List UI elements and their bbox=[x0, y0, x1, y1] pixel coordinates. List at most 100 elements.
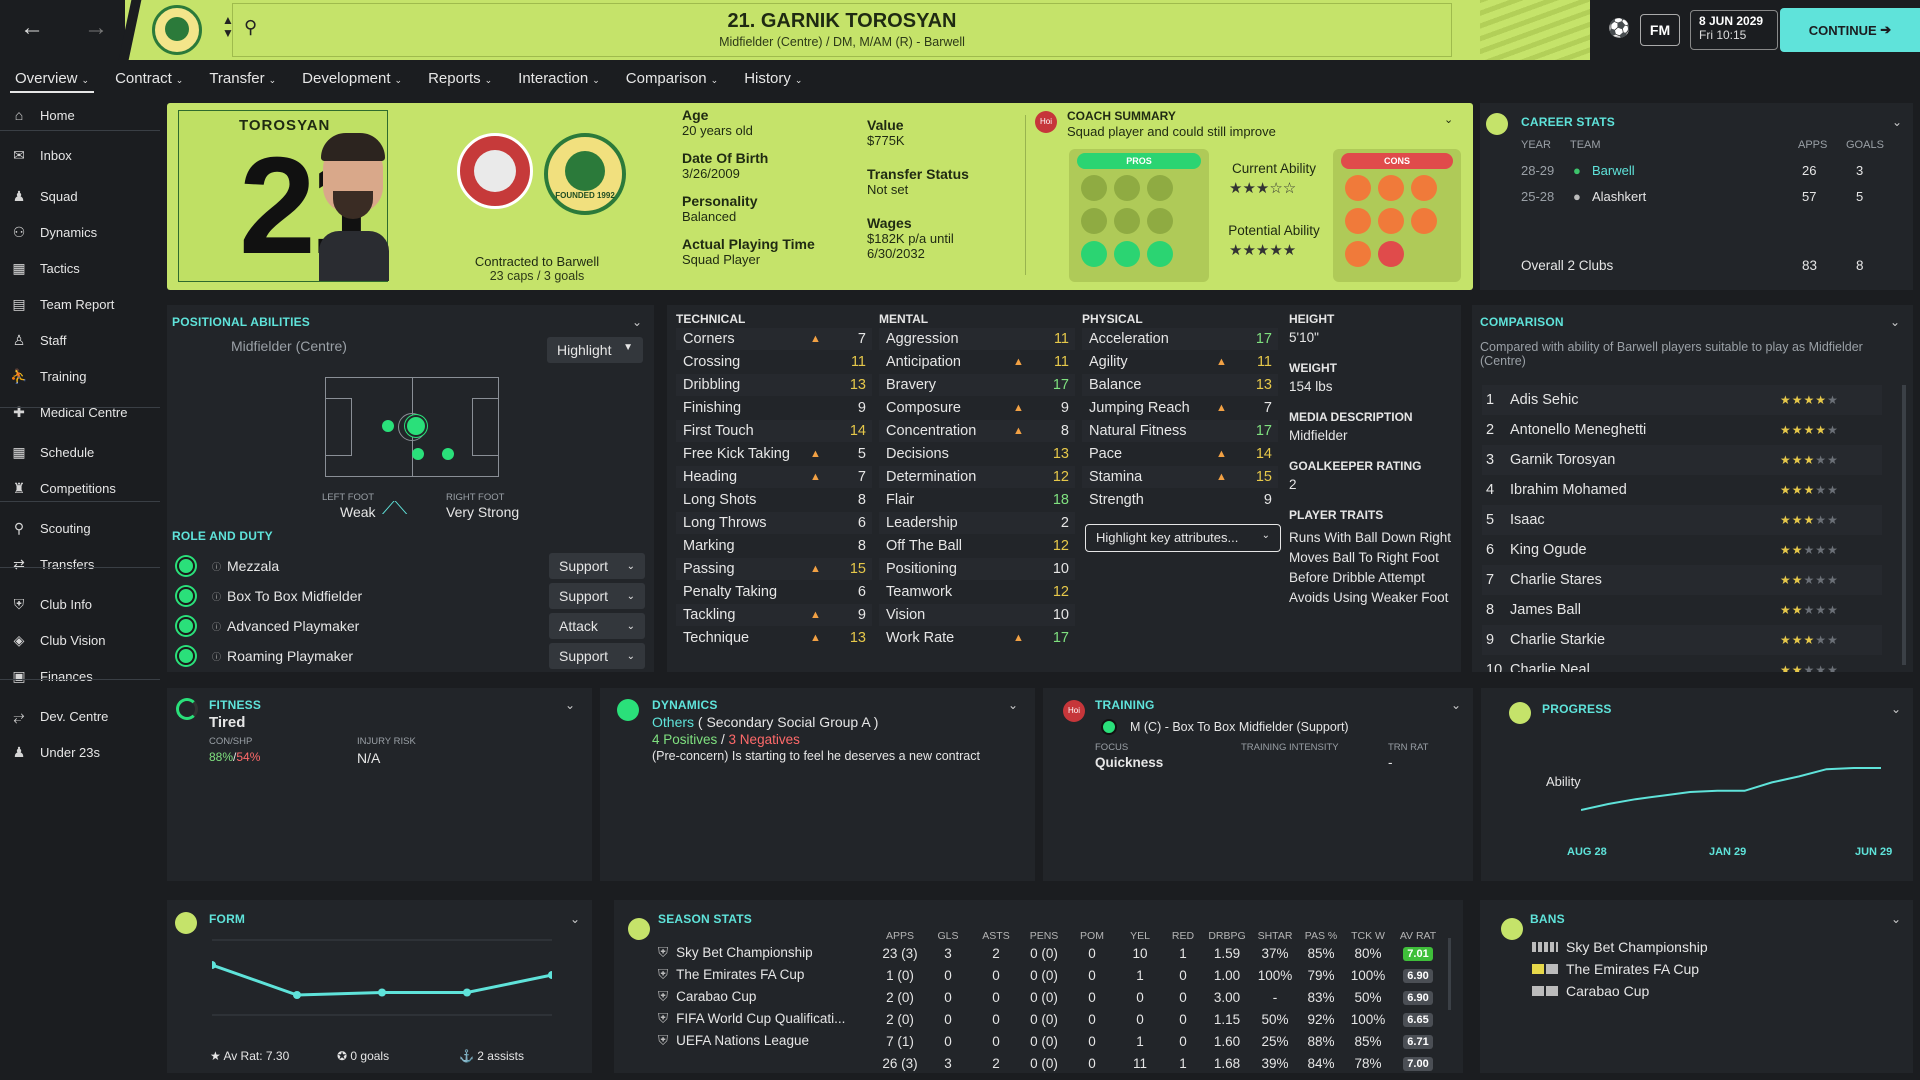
attribute-row[interactable]: Marking 8 bbox=[676, 535, 872, 557]
duty-dropdown[interactable]: Attack ⌄ bbox=[549, 613, 645, 639]
attribute-row[interactable]: Balance 13 bbox=[1082, 374, 1278, 396]
role-row[interactable]: ⓘ Box To Box Midfielder Support ⌄ bbox=[177, 581, 645, 611]
sidebar-item-under-23s[interactable]: ♟ Under 23s bbox=[0, 735, 160, 769]
attribute-row[interactable]: Anticipation 11 ▲ bbox=[879, 351, 1075, 373]
tab-contract[interactable]: Contract ⌄ bbox=[115, 70, 183, 87]
nation-badge[interactable] bbox=[457, 133, 533, 209]
attribute-row[interactable]: Stamina 15 ▲ bbox=[1082, 466, 1278, 488]
career-stats-title[interactable]: CAREER STATS bbox=[1521, 115, 1615, 129]
season-stats-row[interactable]: ⛨ Carabao Cup 2 (0) 0 0 0 (0) 0 0 0 3.00 - 83% 50% 6.… bbox=[658, 986, 1444, 1008]
attribute-row[interactable]: Leadership 2 bbox=[879, 512, 1075, 534]
sidebar-item-training[interactable]: ⛹ Training bbox=[0, 359, 160, 393]
comparison-row[interactable]: 8 James Ball ★★★★★ bbox=[1482, 595, 1882, 625]
attribute-row[interactable]: Technique 13 ▲ bbox=[676, 627, 872, 649]
role-row[interactable]: ⓘ Mezzala Support ⌄ bbox=[177, 551, 645, 581]
attribute-row[interactable]: Long Shots 8 bbox=[676, 489, 872, 511]
tab-reports[interactable]: Reports ⌄ bbox=[428, 70, 492, 87]
comparison-row[interactable]: 7 Charlie Stares ★★★★★ bbox=[1482, 565, 1882, 595]
attribute-row[interactable]: Passing 15 ▲ bbox=[676, 558, 872, 580]
form-point[interactable] bbox=[212, 961, 216, 969]
attribute-row[interactable]: First Touch 14 bbox=[676, 420, 872, 442]
sidebar-item-inbox[interactable]: ✉ Inbox bbox=[0, 138, 160, 172]
chevron-down-icon[interactable]: ⌄ bbox=[1451, 698, 1461, 712]
form-point[interactable] bbox=[548, 971, 552, 979]
role-row[interactable]: ⓘ Roaming Playmaker Support ⌄ bbox=[177, 641, 645, 671]
continue-button[interactable]: CONTINUE ➔ bbox=[1780, 8, 1920, 52]
chevron-down-icon[interactable]: ⌄ bbox=[1892, 115, 1902, 129]
forward-arrow-icon[interactable]: → bbox=[84, 14, 108, 42]
pro-run-icon[interactable] bbox=[1114, 208, 1140, 234]
progress-title[interactable]: PROGRESS bbox=[1542, 702, 1612, 716]
chevron-down-icon[interactable]: ⌄ bbox=[1891, 912, 1901, 926]
sidebar-item-dev-centre[interactable]: ⥂ Dev. Centre bbox=[0, 699, 160, 733]
con-jump-icon[interactable] bbox=[1411, 208, 1437, 234]
con-tackle-icon[interactable] bbox=[1411, 175, 1437, 201]
sidebar-item-competitions[interactable]: ♜ Competitions bbox=[0, 471, 160, 505]
stat-col-header[interactable]: PENS bbox=[1020, 916, 1068, 942]
chevron-down-icon[interactable]: ⌄ bbox=[1444, 113, 1453, 126]
attribute-row[interactable]: Jumping Reach 7 ▲ bbox=[1082, 397, 1278, 419]
comparison-row[interactable]: 1 Adis Sehic ★★★★★ bbox=[1482, 385, 1882, 415]
attribute-row[interactable]: Strength 9 bbox=[1082, 489, 1278, 511]
attribute-row[interactable]: Long Throws 6 bbox=[676, 512, 872, 534]
chevron-down-icon[interactable]: ⌄ bbox=[632, 315, 642, 329]
con-header-icon[interactable] bbox=[1345, 208, 1371, 234]
role-row[interactable]: ⓘ Advanced Playmaker Attack ⌄ bbox=[177, 611, 645, 641]
duty-dropdown[interactable]: Support ⌄ bbox=[549, 643, 645, 669]
stat-col-header[interactable]: SHTAR bbox=[1252, 916, 1298, 942]
comparison-row[interactable]: 10 Charlie Neal ★★★★★ bbox=[1482, 655, 1882, 672]
attribute-row[interactable]: Heading 7 ▲ bbox=[676, 466, 872, 488]
attribute-row[interactable]: Finishing 9 bbox=[676, 397, 872, 419]
season-stats-row[interactable]: ⛨ Sky Bet Championship 23 (3) 3 2 0 (0) 0 10 1 1.… bbox=[658, 942, 1444, 964]
attribute-row[interactable]: Teamwork 12 bbox=[879, 581, 1075, 603]
coach-summary-title[interactable]: COACH SUMMARY bbox=[1067, 109, 1176, 123]
pro-flag-icon[interactable] bbox=[1147, 241, 1173, 267]
tab-development[interactable]: Development ⌄ bbox=[302, 70, 402, 87]
sidebar-item-squad[interactable]: ♟ Squad bbox=[0, 179, 160, 213]
attribute-row[interactable]: Penalty Taking 6 bbox=[676, 581, 872, 603]
career-team[interactable]: Alashkert bbox=[1592, 189, 1692, 204]
sidebar-item-club-vision[interactable]: ◈ Club Vision bbox=[0, 623, 160, 657]
duty-dropdown[interactable]: Support ⌄ bbox=[549, 583, 645, 609]
season-stats-row[interactable]: 26 (3) 3 2 0 (0) 0 11 1 1.68 39% 84% 78% 7.00 bbox=[658, 1052, 1444, 1074]
highlight-dropdown[interactable]: Highlight ▼ bbox=[547, 337, 643, 363]
training-role[interactable]: M (C) - Box To Box Midfielder (Support) bbox=[1130, 720, 1349, 734]
season-stats-row[interactable]: ⛨ The Emirates FA Cup 1 (0) 0 0 0 (0) 0 1 0 1.00 1… bbox=[658, 964, 1444, 986]
form-point[interactable] bbox=[463, 988, 471, 997]
sidebar-item-club-info[interactable]: ⛨ Club Info bbox=[0, 587, 160, 621]
info-icon[interactable]: ⓘ bbox=[212, 650, 221, 663]
sidebar-item-home[interactable]: ⌂ Home bbox=[0, 98, 160, 132]
attribute-row[interactable]: Dribbling 13 bbox=[676, 374, 872, 396]
comparison-row[interactable]: 9 Charlie Starkie ★★★★★ bbox=[1482, 625, 1882, 655]
career-team-link[interactable]: Barwell bbox=[1592, 163, 1692, 178]
attribute-row[interactable]: Determination 12 bbox=[879, 466, 1075, 488]
attribute-row[interactable]: Concentration 8 ▲ bbox=[879, 420, 1075, 442]
comparison-row[interactable]: 2 Antonello Meneghetti ★★★★★ bbox=[1482, 415, 1882, 445]
stat-col-header[interactable]: ASTS bbox=[972, 916, 1020, 942]
attribute-row[interactable]: Positioning 10 bbox=[879, 558, 1075, 580]
stat-col-header[interactable]: DRBPG bbox=[1202, 916, 1252, 942]
season-stats-row[interactable]: ⛨ FIFA World Cup Qualificati... 2 (0) 0 0 0 (… bbox=[658, 1008, 1444, 1030]
comparison-row[interactable]: 3 Garnik Torosyan ★★★★★ bbox=[1482, 445, 1882, 475]
chevron-down-icon[interactable]: ⌄ bbox=[570, 912, 580, 926]
attribute-row[interactable]: Aggression 11 bbox=[879, 328, 1075, 350]
info-icon[interactable]: ⓘ bbox=[212, 560, 221, 573]
pro-pitch-icon[interactable] bbox=[1147, 208, 1173, 234]
form-title[interactable]: FORM bbox=[209, 912, 245, 926]
con-flask-icon[interactable] bbox=[1345, 241, 1371, 267]
stat-col-header[interactable]: TCK W bbox=[1344, 916, 1392, 942]
stat-col-header[interactable]: RED bbox=[1164, 916, 1202, 942]
chevron-down-icon[interactable]: ⌄ bbox=[565, 698, 575, 712]
duty-dropdown[interactable]: Support ⌄ bbox=[549, 553, 645, 579]
back-arrow-icon[interactable]: ← bbox=[20, 14, 44, 42]
positives[interactable]: 4 Positives bbox=[652, 732, 717, 747]
pro-mind-icon[interactable] bbox=[1147, 175, 1173, 201]
pro-dribble-icon[interactable] bbox=[1081, 208, 1107, 234]
ban-row[interactable]: The Emirates FA Cup bbox=[1532, 958, 1708, 980]
club-badge[interactable] bbox=[152, 5, 202, 55]
stat-col-header[interactable]: POM bbox=[1068, 916, 1116, 942]
season-stats-row[interactable]: ⛨ UEFA Nations League 7 (1) 0 0 0 (0) 0 1 0 1.60 2… bbox=[658, 1030, 1444, 1052]
stat-col-header[interactable]: AV RAT bbox=[1392, 916, 1444, 942]
bans-title[interactable]: BANS bbox=[1530, 912, 1565, 926]
sidebar-item-schedule[interactable]: ▦ Schedule bbox=[0, 435, 160, 469]
